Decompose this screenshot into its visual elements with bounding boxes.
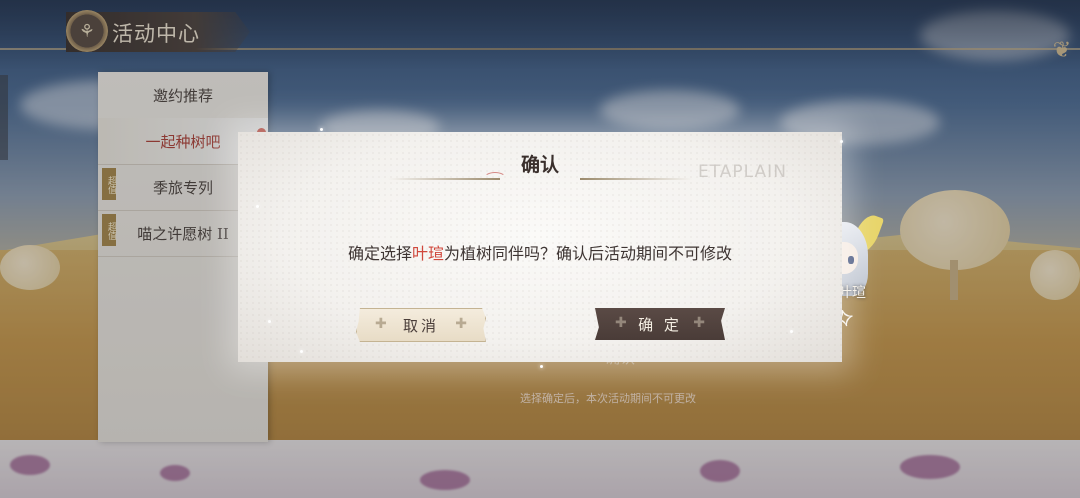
confirm-button-label: 确 定 bbox=[638, 315, 682, 334]
cancel-button-label: 取消 bbox=[402, 316, 439, 335]
cancel-button[interactable]: ✚ 取消 ✚ bbox=[356, 308, 486, 342]
sparkle bbox=[320, 128, 323, 131]
message-suffix: 为植树同伴吗？确认后活动期间不可修改 bbox=[444, 244, 733, 263]
sparkle bbox=[268, 320, 271, 323]
plus-icon: ✚ bbox=[693, 315, 705, 331]
dialog-title: 确认 bbox=[520, 154, 559, 176]
plus-icon: ✚ bbox=[375, 316, 387, 332]
plus-icon: ✚ bbox=[615, 315, 627, 331]
confirm-button[interactable]: ✚ 确 定 ✚ bbox=[595, 308, 725, 340]
sparkle bbox=[540, 365, 543, 368]
sparkle bbox=[300, 350, 303, 353]
plus-icon: ✚ bbox=[455, 316, 467, 332]
confirm-dialog: ETAPLAIN 确认 确定选择叶瑄为植树同伴吗？确认后活动期间不可修改 ✚ 取… bbox=[238, 132, 842, 362]
sparkle bbox=[790, 330, 793, 333]
sparkle bbox=[840, 140, 843, 143]
title-swirl-ornament bbox=[484, 172, 506, 184]
title-divider-right bbox=[580, 178, 692, 180]
sparkle bbox=[256, 205, 259, 208]
character-eye bbox=[848, 256, 854, 264]
background-hint-text: 选择确定后，本次活动期间不可更改 bbox=[520, 392, 696, 405]
message-prefix: 确定选择 bbox=[347, 244, 412, 263]
message-highlight-name: 叶瑄 bbox=[411, 244, 444, 263]
dialog-message: 确定选择叶瑄为植树同伴吗？确认后活动期间不可修改 bbox=[238, 240, 842, 264]
